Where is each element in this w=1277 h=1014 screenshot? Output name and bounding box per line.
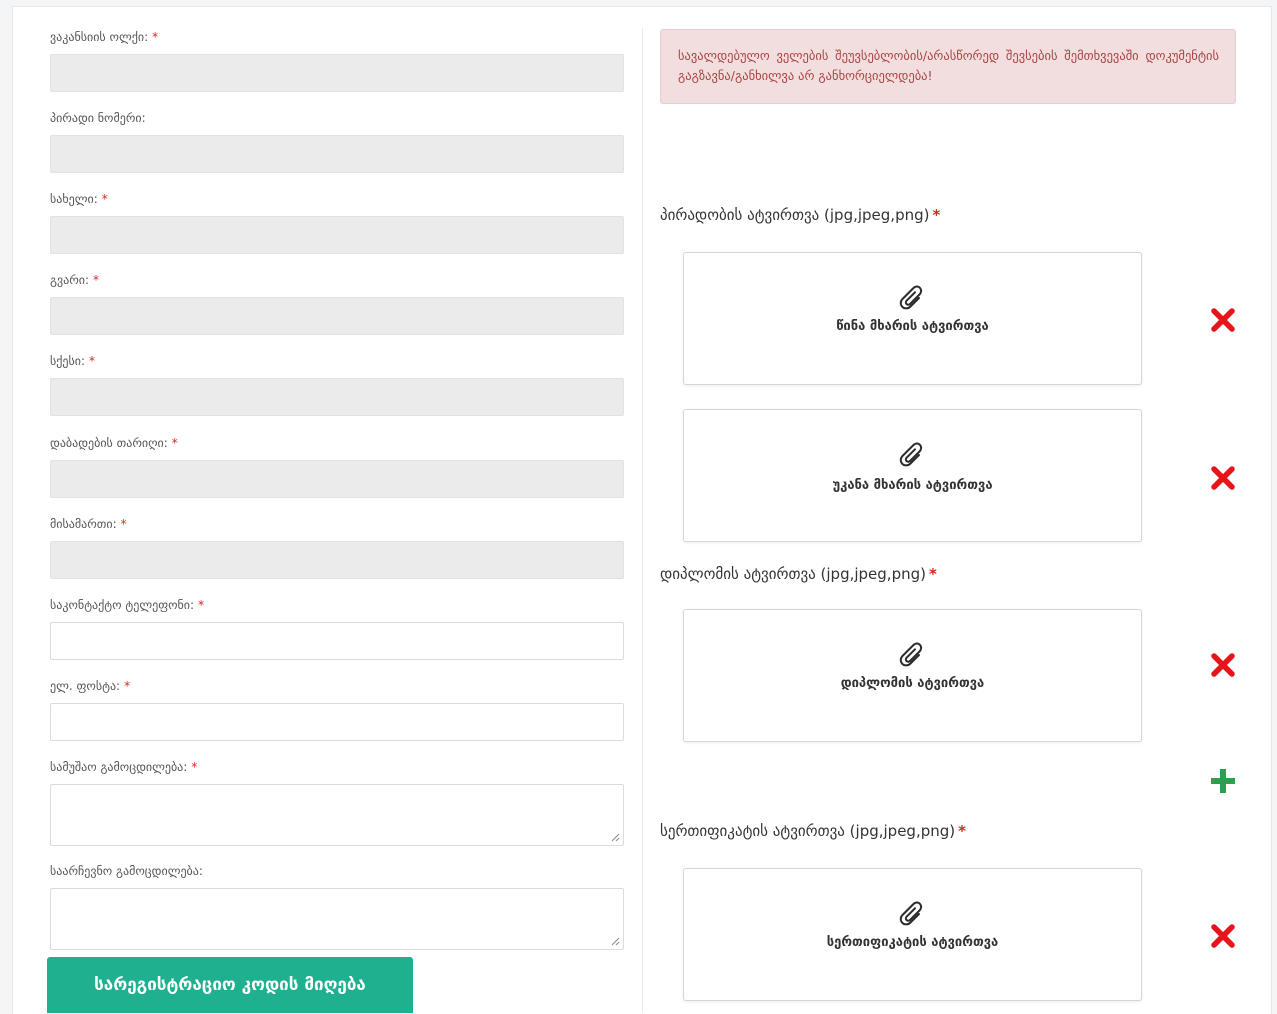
certificate-upload[interactable]: სერთიფიკატის ატვირთვა <box>683 868 1142 1001</box>
resize-grip-icon[interactable] <box>610 936 620 946</box>
first-name-label: სახელი: * <box>50 192 108 206</box>
email-input[interactable] <box>50 703 624 741</box>
remove-diploma-close-icon[interactable] <box>1210 652 1236 678</box>
remove-certificate-close-icon[interactable] <box>1210 923 1236 949</box>
work-experience-label: სამუშაო გამოცდილება: * <box>50 760 198 774</box>
diploma-upload-label: დიპლომის ატვირთვა <box>840 676 985 691</box>
identity-upload-title: პირადობის ატვირთვა (jpg,jpeg,png) * <box>660 206 941 224</box>
first-name-input[interactable] <box>50 216 624 254</box>
required-fields-alert: სავალდებულო ველების შეუვსებლობის/არასწორ… <box>660 29 1236 104</box>
identity-back-upload[interactable]: უკანა მხარის ატვირთვა <box>683 409 1142 542</box>
birth-date-label: დაბადების თარიღი: * <box>50 436 178 450</box>
election-experience-textarea[interactable] <box>50 888 624 950</box>
paperclip-icon <box>899 285 922 310</box>
gender-label: სქესი: * <box>50 354 96 368</box>
work-experience-textarea[interactable] <box>50 784 624 846</box>
email-label: ელ. ფოსტა: * <box>50 679 131 693</box>
remove-identity-front-close-icon[interactable] <box>1210 307 1236 333</box>
election-experience-label: საარჩევნო გამოცდილება: <box>50 864 203 878</box>
district-input[interactable] <box>50 54 624 92</box>
certificate-upload-title: სერთიფიკატის ატვირთვა (jpg,jpeg,png) * <box>660 822 966 840</box>
birth-date-input[interactable] <box>50 460 624 498</box>
identity-back-upload-label: უკანა მხარის ატვირთვა <box>832 478 993 493</box>
phone-input[interactable] <box>50 622 624 660</box>
identity-front-upload[interactable]: წინა მხარის ატვირთვა <box>683 252 1142 385</box>
identity-front-upload-label: წინა მხარის ატვირთვა <box>836 319 989 334</box>
certificate-upload-label: სერთიფიკატის ატვირთვა <box>826 935 999 950</box>
resize-grip-icon[interactable] <box>610 832 620 842</box>
address-input[interactable] <box>50 541 624 579</box>
personal-number-input[interactable] <box>50 135 624 173</box>
paperclip-icon <box>899 442 922 467</box>
column-divider <box>642 28 643 1013</box>
get-registration-code-button[interactable]: სარეგისტრაციო კოდის მიღება <box>47 957 413 1013</box>
phone-label: საკონტაქტო ტელეფონი: * <box>50 598 205 612</box>
address-label: მისამართი: * <box>50 517 127 531</box>
diploma-upload-title: დიპლომის ატვირთვა (jpg,jpeg,png) * <box>660 565 937 583</box>
district-label: ვაკანსიის ოლქი: * <box>50 30 159 44</box>
add-diploma-plus-icon[interactable] <box>1209 767 1237 795</box>
paperclip-icon <box>899 901 922 926</box>
paperclip-icon <box>899 642 922 667</box>
remove-identity-back-close-icon[interactable] <box>1210 465 1236 491</box>
personal-number-label: პირადი ნომერი: <box>50 111 146 125</box>
last-name-label: გვარი: * <box>50 273 100 287</box>
last-name-input[interactable] <box>50 297 624 335</box>
diploma-upload[interactable]: დიპლომის ატვირთვა <box>683 609 1142 742</box>
gender-input[interactable] <box>50 378 624 416</box>
